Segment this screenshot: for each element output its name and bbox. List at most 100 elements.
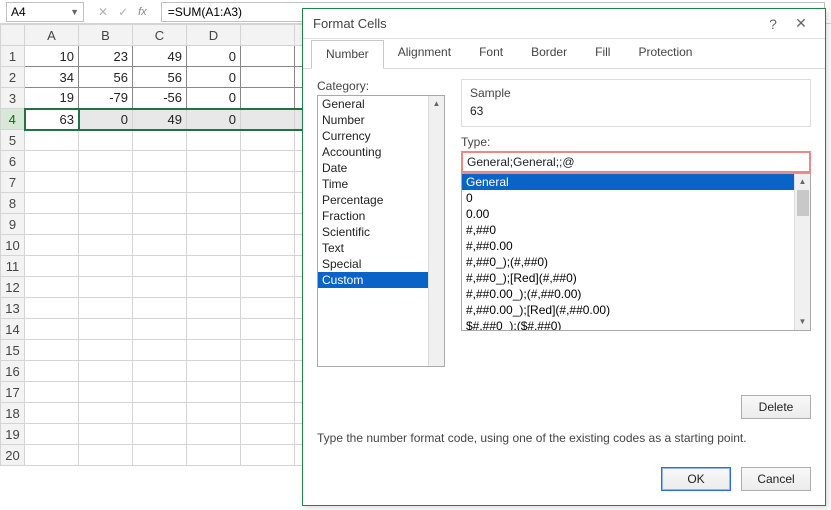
cell[interactable] — [133, 298, 187, 319]
cell[interactable] — [241, 151, 295, 172]
cell[interactable] — [241, 256, 295, 277]
scrollbar[interactable]: ▲ — [428, 96, 444, 366]
cell[interactable] — [25, 361, 79, 382]
cell[interactable] — [241, 298, 295, 319]
cell[interactable] — [25, 172, 79, 193]
cell[interactable] — [133, 256, 187, 277]
row-header-7[interactable]: 7 — [1, 172, 25, 193]
cell[interactable]: -79 — [79, 88, 133, 109]
cell[interactable] — [79, 151, 133, 172]
cell[interactable] — [25, 130, 79, 151]
cell[interactable] — [133, 214, 187, 235]
category-item[interactable]: Time — [318, 176, 444, 192]
row-header-17[interactable]: 17 — [1, 382, 25, 403]
cell[interactable] — [25, 298, 79, 319]
category-item[interactable]: Custom — [318, 272, 444, 288]
scrollbar[interactable]: ▲ ▼ — [794, 174, 810, 330]
cell[interactable] — [133, 193, 187, 214]
cell[interactable] — [133, 151, 187, 172]
check-icon[interactable]: ✓ — [118, 5, 128, 19]
cell[interactable] — [25, 277, 79, 298]
cell[interactable]: 23 — [79, 46, 133, 67]
cell[interactable] — [241, 88, 295, 109]
cell[interactable] — [25, 403, 79, 424]
cell[interactable] — [187, 403, 241, 424]
cell[interactable]: 0 — [187, 46, 241, 67]
cell[interactable] — [187, 298, 241, 319]
row-header-11[interactable]: 11 — [1, 256, 25, 277]
tab-alignment[interactable]: Alignment — [384, 39, 465, 68]
cell[interactable]: 63 — [25, 109, 79, 130]
help-icon[interactable]: ? — [759, 16, 787, 32]
format-item[interactable]: #,##0_);(#,##0) — [462, 254, 810, 270]
cell[interactable] — [25, 382, 79, 403]
cell[interactable] — [187, 130, 241, 151]
col-header-A[interactable]: A — [25, 25, 79, 46]
cell[interactable] — [79, 256, 133, 277]
cell[interactable] — [25, 319, 79, 340]
scroll-down-icon[interactable]: ▼ — [795, 314, 810, 330]
cell[interactable]: 0 — [187, 88, 241, 109]
category-item[interactable]: Percentage — [318, 192, 444, 208]
cell[interactable] — [79, 235, 133, 256]
col-header-D[interactable]: D — [187, 25, 241, 46]
cell[interactable] — [241, 214, 295, 235]
scroll-up-icon[interactable]: ▲ — [795, 174, 810, 190]
cell[interactable] — [241, 235, 295, 256]
cell[interactable] — [187, 445, 241, 466]
category-item[interactable]: Number — [318, 112, 444, 128]
cell[interactable] — [241, 193, 295, 214]
cell[interactable] — [25, 256, 79, 277]
cell[interactable] — [79, 361, 133, 382]
cell[interactable] — [133, 319, 187, 340]
type-input[interactable] — [461, 151, 811, 173]
cancel-button[interactable]: Cancel — [741, 467, 811, 491]
format-item[interactable]: General — [462, 174, 810, 190]
cell[interactable] — [79, 172, 133, 193]
cell[interactable] — [25, 151, 79, 172]
format-item[interactable]: #,##0 — [462, 222, 810, 238]
category-item[interactable]: Text — [318, 240, 444, 256]
cell[interactable] — [241, 172, 295, 193]
cell[interactable] — [241, 424, 295, 445]
format-item[interactable]: $#,##0_);($#,##0) — [462, 318, 810, 331]
cell[interactable] — [25, 424, 79, 445]
format-list[interactable]: General00.00#,##0#,##0.00#,##0_);(#,##0)… — [461, 173, 811, 331]
cell[interactable] — [79, 277, 133, 298]
row-header-19[interactable]: 19 — [1, 424, 25, 445]
col-header-B[interactable]: B — [79, 25, 133, 46]
cell[interactable] — [79, 424, 133, 445]
row-header-10[interactable]: 10 — [1, 235, 25, 256]
cancel-icon[interactable]: ✕ — [98, 5, 108, 19]
col-header-C[interactable]: C — [133, 25, 187, 46]
cell[interactable]: 0 — [187, 109, 241, 130]
cell[interactable] — [241, 277, 295, 298]
cell[interactable] — [241, 130, 295, 151]
cell[interactable] — [187, 256, 241, 277]
category-item[interactable]: Scientific — [318, 224, 444, 240]
format-item[interactable]: 0 — [462, 190, 810, 206]
delete-button[interactable]: Delete — [741, 395, 811, 419]
format-item[interactable]: #,##0_);[Red](#,##0) — [462, 270, 810, 286]
dialog-titlebar[interactable]: Format Cells ? ✕ — [303, 9, 825, 39]
cell[interactable] — [133, 445, 187, 466]
cell[interactable] — [187, 193, 241, 214]
cell[interactable]: 56 — [79, 67, 133, 88]
row-header-13[interactable]: 13 — [1, 298, 25, 319]
name-box[interactable]: A4 ▼ — [6, 2, 84, 22]
cell[interactable]: 49 — [133, 46, 187, 67]
cell[interactable]: 19 — [25, 88, 79, 109]
row-header-1[interactable]: 1 — [1, 46, 25, 67]
category-item[interactable]: Special — [318, 256, 444, 272]
cell[interactable] — [133, 172, 187, 193]
cell[interactable] — [241, 361, 295, 382]
cell[interactable] — [133, 340, 187, 361]
row-header-3[interactable]: 3 — [1, 88, 25, 109]
cell[interactable] — [241, 403, 295, 424]
cell[interactable] — [187, 340, 241, 361]
cell[interactable] — [241, 46, 295, 67]
category-item[interactable]: Accounting — [318, 144, 444, 160]
cell[interactable]: 10 — [25, 46, 79, 67]
cell[interactable] — [241, 445, 295, 466]
cell[interactable] — [25, 214, 79, 235]
